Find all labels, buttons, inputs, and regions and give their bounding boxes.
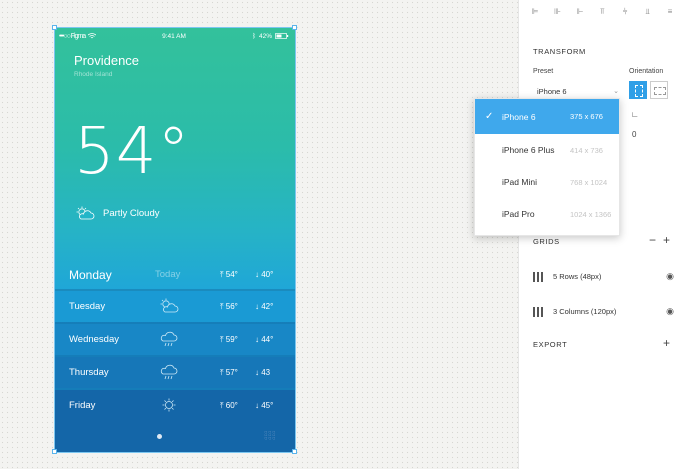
partly-cloudy-icon — [160, 298, 179, 313]
condition-label: Partly Cloudy — [103, 207, 160, 219]
high-temp: ⤒ 57° — [220, 367, 238, 377]
preset-dropdown: ✓ iPhone 6 375 x 676 iPhone 6 Plus 414 x… — [474, 98, 620, 236]
grid-item[interactable]: 5 Rows (48px) ◉ — [533, 271, 674, 282]
preset-select[interactable]: iPhone 6 ⌄ — [537, 87, 619, 96]
page-indicator[interactable] — [157, 434, 162, 439]
status-bar: •••○○ Figma 9:41 AM ᛒ 42% — [59, 31, 289, 41]
today-label: Today — [155, 269, 181, 280]
distribute-icon[interactable]: ≡ — [664, 7, 676, 17]
forecast-row[interactable]: Wednesday ⤒ 59° ↓ 44° — [55, 324, 295, 355]
add-grid-button[interactable]: + — [663, 233, 670, 247]
current-condition: Partly Cloudy — [75, 206, 160, 220]
preset-value: iPhone 6 — [537, 87, 567, 96]
remove-grid-button[interactable]: − — [649, 233, 656, 247]
preset-option-ipad-pro[interactable]: iPad Pro 1024 x 1366 — [475, 198, 619, 230]
option-size: 1024 x 1366 — [570, 209, 612, 219]
low-temp: ↓ 40° — [255, 270, 274, 279]
preset-label: Preset — [533, 68, 554, 75]
forecast-row[interactable]: Friday ⤒ 60° ↓ 45° — [55, 390, 295, 421]
option-label: iPad Pro — [502, 209, 535, 219]
grid-label: 5 Rows (48px) — [553, 272, 602, 281]
forecast-row[interactable]: Tuesday ⤒ 56° ↓ 42° — [55, 291, 295, 322]
high-temp: ⤒ 54° — [220, 269, 238, 279]
align-left-icon[interactable]: ⊫ — [529, 7, 541, 17]
checkmark-icon: ✓ — [485, 111, 494, 122]
status-time: 9:41 AM — [162, 32, 186, 40]
low-temp: ↓ 45° — [255, 401, 274, 410]
option-label: iPhone 6 Plus — [502, 145, 555, 155]
low-temp: ↓ 43 — [255, 368, 271, 377]
grid-item[interactable]: 3 Columns (120px) ◉ — [533, 306, 674, 317]
partly-cloudy-icon — [76, 206, 95, 220]
day-label: Friday — [69, 400, 96, 411]
chevron-down-icon: ⌄ — [613, 88, 619, 95]
selection-handle[interactable] — [292, 449, 297, 454]
forecast-row[interactable]: Monday Today ⤒ 54° ↓ 40° — [55, 260, 295, 289]
rotation-value[interactable]: 0 — [632, 130, 636, 139]
rain-cloud-icon — [160, 331, 178, 347]
align-bottom-icon[interactable]: ⫫ — [642, 7, 654, 17]
landscape-button[interactable] — [650, 81, 668, 99]
option-label: iPhone 6 — [502, 111, 536, 122]
option-label: iPad Mini — [502, 177, 537, 187]
forecast-row[interactable]: Thursday ⤒ 57° ↓ 43 — [55, 357, 295, 388]
phone-frame[interactable]: •••○○ Figma 9:41 AM ᛒ 42% Providence Rho… — [54, 27, 296, 453]
align-toolbar: ⊫ ⊪ ⊩ ⫪ ⫩ ⫫ ≡ — [529, 7, 676, 17]
region-name: Rhode Island — [74, 71, 113, 78]
bottom-bar — [55, 418, 295, 452]
rotation-icon: ∟ — [631, 110, 639, 119]
option-size: 414 x 736 — [570, 145, 603, 155]
preset-option-iphone-6[interactable]: ✓ iPhone 6 375 x 676 — [475, 99, 619, 134]
eye-icon[interactable]: ◉ — [666, 271, 674, 282]
forecast-list: Monday Today ⤒ 54° ↓ 40° Tuesday ⤒ 56° ↓… — [55, 260, 295, 421]
selection-handle[interactable] — [292, 25, 297, 30]
day-label: Tuesday — [69, 301, 106, 312]
rain-cloud-icon — [160, 364, 178, 380]
current-temperature: 54° — [74, 115, 191, 189]
export-section-title: EXPORT — [533, 340, 568, 349]
low-temp: ↓ 42° — [255, 302, 274, 311]
day-label: Thursday — [69, 367, 109, 378]
add-export-button[interactable]: + — [663, 336, 670, 350]
columns-grid-icon — [533, 306, 543, 317]
option-size: 375 x 676 — [570, 112, 603, 121]
rows-grid-icon — [533, 271, 543, 282]
day-label: Monday — [69, 267, 112, 282]
sun-icon — [162, 398, 176, 412]
day-label: Wednesday — [69, 334, 119, 345]
low-temp: ↓ 44° — [255, 335, 274, 344]
grid-menu-icon[interactable] — [264, 431, 276, 441]
high-temp: ⤒ 56° — [220, 301, 238, 311]
city-name: Providence — [74, 53, 140, 68]
option-size: 768 x 1024 — [570, 177, 608, 187]
align-right-icon[interactable]: ⊩ — [574, 7, 586, 17]
eye-icon[interactable]: ◉ — [666, 306, 674, 317]
portrait-button[interactable] — [629, 81, 647, 99]
high-temp: ⤒ 59° — [220, 334, 238, 344]
align-center-icon[interactable]: ⊪ — [552, 7, 564, 17]
grid-label: 3 Columns (120px) — [553, 307, 617, 316]
selection-handle[interactable] — [52, 25, 57, 30]
preset-option-ipad-mini[interactable]: iPad Mini 768 x 1024 — [475, 166, 619, 198]
preset-option-iphone-6-plus[interactable]: iPhone 6 Plus 414 x 736 — [475, 134, 619, 166]
grids-section-title: GRIDS — [533, 237, 560, 246]
high-temp: ⤒ 60° — [220, 400, 238, 410]
align-middle-icon[interactable]: ⫩ — [619, 7, 631, 17]
orientation-label: Orientation — [629, 68, 664, 75]
align-top-icon[interactable]: ⫪ — [597, 7, 609, 17]
selection-handle[interactable] — [52, 449, 57, 454]
transform-section-title: TRANSFORM — [533, 47, 586, 56]
